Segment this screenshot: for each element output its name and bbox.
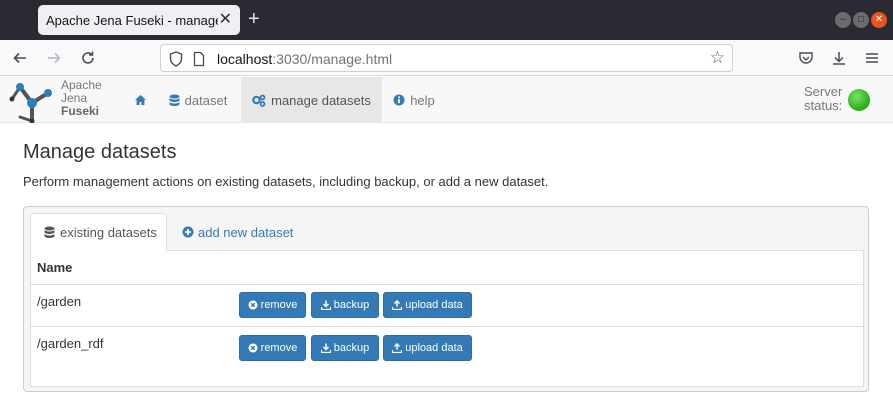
tab-close-icon[interactable]: ✕ (219, 11, 232, 29)
tab-existing-datasets-label: existing datasets (60, 225, 157, 240)
nav-manage-datasets[interactable]: manage datasets (241, 77, 382, 123)
browser-tab-title: Apache Jena Fuseki - manage.html (46, 12, 218, 28)
dataset-name: /garden (37, 294, 82, 309)
upload-icon (392, 300, 403, 310)
column-header-name: Name (37, 260, 73, 275)
new-tab-icon[interactable]: + (248, 7, 260, 31)
nav-dataset-label: dataset (184, 92, 228, 108)
remove-button[interactable]: remove (239, 335, 306, 361)
cogs-icon (252, 94, 266, 107)
dataset-name: /garden_rdf (37, 336, 104, 351)
database-icon (169, 94, 180, 106)
tab-add-new-dataset-label: add new dataset (198, 224, 294, 240)
reload-icon[interactable] (80, 47, 96, 67)
datasets-panel: existing datasets add new dataset Name /… (23, 206, 869, 392)
browser-tab-bar: Apache Jena Fuseki - manage.html ✕ + – □… (0, 0, 893, 40)
brand-name[interactable]: Apache Jena Fuseki (61, 79, 102, 118)
nav-help[interactable]: help (388, 77, 440, 123)
shield-icon[interactable] (169, 50, 183, 67)
upload-data-button[interactable]: upload data (383, 335, 472, 361)
browser-tab[interactable]: Apache Jena Fuseki - manage.html ✕ (38, 5, 240, 35)
back-arrow-icon[interactable] (12, 47, 28, 67)
browser-nav-bar: localhost:3030/manage.html ☆ (0, 40, 893, 76)
app-navbar: Apache Jena Fuseki dataset manage datase… (0, 77, 893, 123)
remove-button[interactable]: remove (239, 292, 306, 318)
pocket-icon[interactable] (798, 47, 814, 67)
url-text[interactable]: localhost:3030/manage.html (217, 51, 392, 67)
nav-help-label: help (410, 92, 435, 108)
remove-circle-icon (248, 343, 258, 353)
page-description: Perform management actions on existing d… (23, 174, 549, 189)
page-title: Manage datasets (23, 141, 177, 163)
fuseki-logo-icon[interactable] (8, 79, 56, 123)
backup-button[interactable]: backup (311, 292, 379, 318)
upload-data-button[interactable]: upload data (383, 292, 472, 318)
menu-icon[interactable] (864, 47, 880, 67)
upload-icon (392, 343, 403, 353)
download-icon (320, 300, 331, 310)
info-icon (393, 94, 405, 106)
table-divider (31, 284, 863, 285)
bookmark-star-icon[interactable]: ☆ (710, 48, 725, 68)
tab-existing-datasets[interactable]: existing datasets (30, 213, 167, 251)
nav-home[interactable] (124, 77, 156, 123)
remove-circle-icon (248, 300, 258, 310)
page-icon[interactable] (193, 50, 205, 67)
server-status-label: Server status: (804, 84, 843, 113)
backup-button[interactable]: backup (311, 335, 379, 361)
plus-circle-icon (182, 226, 194, 238)
nav-dataset[interactable]: dataset (162, 77, 234, 123)
nav-manage-datasets-label: manage datasets (271, 92, 371, 108)
database-icon (44, 226, 55, 238)
minimize-window-icon[interactable]: – (835, 12, 851, 28)
datasets-table: Name /garden remove backup upload data /… (30, 250, 864, 387)
close-window-icon[interactable]: ✕ (871, 12, 887, 28)
download-icon[interactable] (831, 47, 847, 67)
home-icon (134, 95, 146, 105)
url-bar[interactable]: localhost:3030/manage.html ☆ (160, 44, 733, 72)
download-icon (320, 343, 331, 353)
server-status-indicator (848, 89, 870, 111)
forward-arrow-icon[interactable] (46, 47, 62, 67)
table-divider (31, 326, 863, 327)
maximize-window-icon[interactable]: □ (853, 12, 869, 28)
tab-add-new-dataset[interactable]: add new dataset (182, 213, 293, 251)
